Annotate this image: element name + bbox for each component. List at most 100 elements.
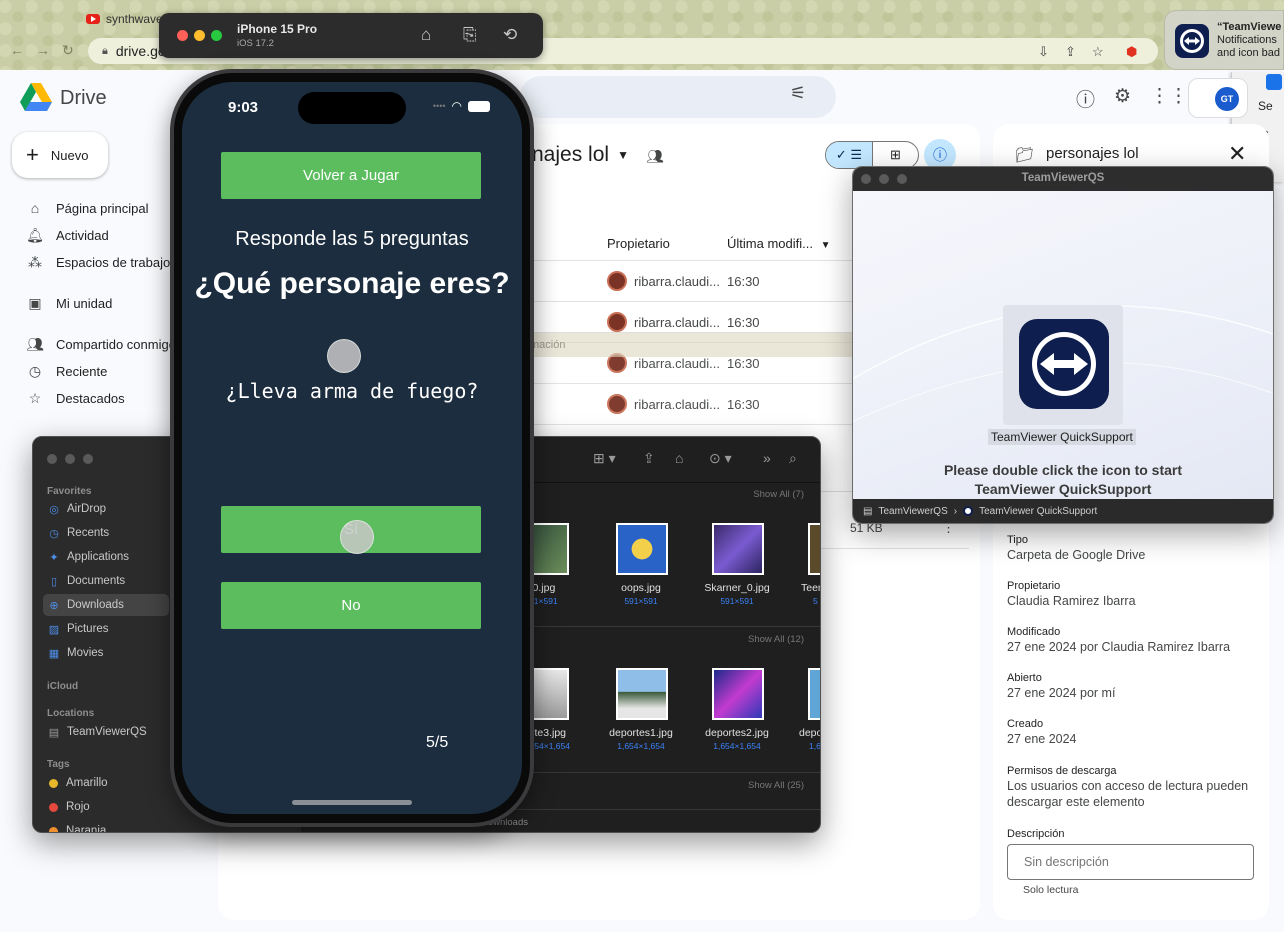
detail-value: Claudia Ramirez Ibarra (1007, 594, 1136, 608)
column-header-label: Última modifi... (727, 236, 813, 251)
sidebar-tag-rojo[interactable]: Rojo (43, 796, 169, 818)
new-button[interactable]: + Nuevo (12, 132, 108, 178)
install-icon[interactable]: ⇩ (1038, 44, 1049, 60)
image-thumbnail[interactable] (616, 523, 668, 575)
sidebar-item-label: Documents (67, 575, 126, 587)
battery-icon (468, 100, 490, 112)
sidebar-item-teamviewerqs[interactable]: ▤ TeamViewerQS (43, 721, 169, 743)
sidebar-item-workspaces[interactable]: ⁂ Espacios de trabajo (26, 250, 170, 274)
screenshot-icon[interactable]: ⎘ (463, 25, 477, 45)
sidebar-item-label: Movies (67, 647, 104, 659)
sidebar-item-recent[interactable]: ◷ Reciente (26, 359, 107, 383)
download-icon: ⊕ (49, 599, 59, 612)
minimize-window-button[interactable] (65, 454, 75, 464)
sidebar-item-downloads[interactable]: ⊕ Downloads (43, 594, 169, 616)
forward-icon[interactable]: → (36, 42, 50, 58)
play-again-button[interactable]: Volver a Jugar (221, 152, 481, 199)
image-thumbnail[interactable] (712, 523, 764, 575)
group-view-icon[interactable]: ⊞ ▾ (593, 450, 616, 467)
share-icon[interactable]: ⇪ (1065, 44, 1076, 60)
gear-icon[interactable]: ⚙ (1114, 85, 1131, 108)
sidebar-item-label: TeamViewerQS (67, 726, 147, 738)
reload-icon[interactable]: ↻ (62, 42, 74, 59)
help-icon[interactable]: ⓘ (1076, 85, 1095, 112)
image-thumbnail[interactable] (808, 668, 820, 720)
sidebar-item-shared[interactable]: 👥︎ Compartido conmigo (26, 332, 176, 356)
teamviewer-notification[interactable]: “TeamViewe Notifications and icon bad (1164, 10, 1284, 70)
search-bar[interactable] (520, 76, 836, 118)
extension-shield-icon[interactable]: ⬢ (1126, 44, 1137, 60)
instruction-line: TeamViewer QuickSupport (974, 481, 1152, 497)
bookmark-star-icon[interactable]: ☆ (1092, 44, 1104, 60)
sidebar-item-home[interactable]: ⌂ Página principal (26, 196, 149, 220)
sidebar-item-airdrop[interactable]: ◎ AirDrop (43, 498, 169, 520)
sidebar-item-applications[interactable]: ✦ Applications (43, 546, 169, 568)
no-button[interactable]: No (221, 582, 481, 629)
column-header-owner[interactable]: Propietario (607, 236, 670, 251)
detail-label: Tipo (1007, 534, 1028, 546)
sidebar-tag-amarillo[interactable]: Amarillo (43, 772, 169, 794)
minimize-window-button[interactable] (194, 30, 205, 41)
show-all-link[interactable]: Show All (12) (748, 634, 804, 645)
file-dimensions: 591×591 (624, 596, 658, 606)
home-icon[interactable]: ⌂ (421, 25, 431, 45)
column-header-modified[interactable]: Última modifi... ▼ (727, 236, 831, 251)
home-indicator[interactable] (292, 800, 412, 805)
play-again-label: Volver a Jugar (303, 167, 399, 184)
zoom-window-button[interactable] (211, 30, 222, 41)
sidebar-item-pictures[interactable]: ▨ Pictures (43, 618, 169, 640)
description-input[interactable] (1007, 844, 1254, 880)
sidebar-item-label: Amarillo (66, 777, 108, 789)
teamviewer-app-label[interactable]: TeamViewer QuickSupport (988, 429, 1136, 445)
close-window-button[interactable] (177, 30, 188, 41)
more-actions-icon[interactable]: ⊙ ▾ (709, 450, 732, 467)
image-thumbnail[interactable] (616, 668, 668, 720)
image-thumbnail[interactable] (808, 523, 820, 575)
list-view-button[interactable]: ✓ ☰ (826, 142, 872, 168)
detail-value: 27 ene 2024 (1007, 732, 1077, 746)
folder-title[interactable]: najes lol ▼ (532, 143, 629, 167)
disk-icon: ▤ (48, 726, 60, 739)
zoom-window-button[interactable] (83, 454, 93, 464)
disk-icon: ▤ (863, 505, 873, 517)
shared-folder-icon: 📁︎ (1015, 147, 1035, 164)
show-all-link[interactable]: Show All (7) (753, 489, 804, 500)
sidebar-tag-naranja[interactable]: Naranja (43, 820, 169, 832)
path-segment[interactable]: TeamViewer QuickSupport (979, 506, 1097, 517)
teamviewer-app-icon-tile[interactable] (1003, 305, 1123, 425)
bell-icon: 🔔︎ (26, 226, 44, 243)
path-segment[interactable]: TeamViewerQS (878, 506, 947, 517)
overflow-icon[interactable]: » (763, 450, 771, 466)
game-subtitle: Responde las 5 preguntas (235, 228, 469, 250)
shared-folder-icon[interactable]: 👥︎ (646, 148, 664, 165)
image-thumbnail[interactable] (712, 668, 764, 720)
detail-value: 27 ene 2024 por Claudia Ramirez Ibarra (1007, 640, 1231, 654)
show-all-link[interactable]: Show All (25) (748, 780, 804, 791)
sidebar-item-movies[interactable]: ▦ Movies (43, 642, 169, 664)
details-title: personajes lol (1046, 145, 1139, 162)
browser-tab[interactable]: synthwave (86, 8, 163, 30)
sidebar-item-documents[interactable]: ▯ Documents (43, 570, 169, 592)
detail-label: Abierto (1007, 672, 1042, 684)
sidebar-item-label: Página principal (56, 200, 149, 216)
sidebar-item-activity[interactable]: 🔔︎ Actividad (26, 223, 109, 247)
apps-grid-icon[interactable]: ⋮⋮ (1150, 85, 1188, 108)
sidebar-item-starred[interactable]: ☆ Destacados (26, 386, 125, 410)
sidebar-section-header: Favorites (47, 486, 92, 497)
share-icon[interactable]: ⇪ (643, 450, 655, 467)
search-filter-icon[interactable]: ⚟ (790, 83, 806, 104)
notification-line: and icon bad (1217, 47, 1280, 59)
close-icon[interactable]: ✕ (1228, 141, 1246, 167)
rotate-icon[interactable]: ⟲ (503, 25, 517, 45)
account-switcher[interactable]: GT (1188, 78, 1248, 118)
sidebar-section-header: iCloud (47, 681, 79, 692)
back-icon[interactable]: ← (10, 42, 24, 58)
search-icon[interactable]: ⌕ (789, 450, 797, 467)
file-dimensions: 5 (813, 596, 818, 606)
status-bar-icons: •••• ◠ (433, 99, 490, 113)
grid-view-button[interactable]: ⊞ (871, 142, 918, 168)
close-window-button[interactable] (47, 454, 57, 464)
sidebar-item-recents[interactable]: ◷ Recents (43, 522, 169, 544)
sidebar-item-my-drive[interactable]: ▣ Mi unidad (26, 291, 112, 315)
tag-icon[interactable]: ⌂ (675, 450, 683, 466)
